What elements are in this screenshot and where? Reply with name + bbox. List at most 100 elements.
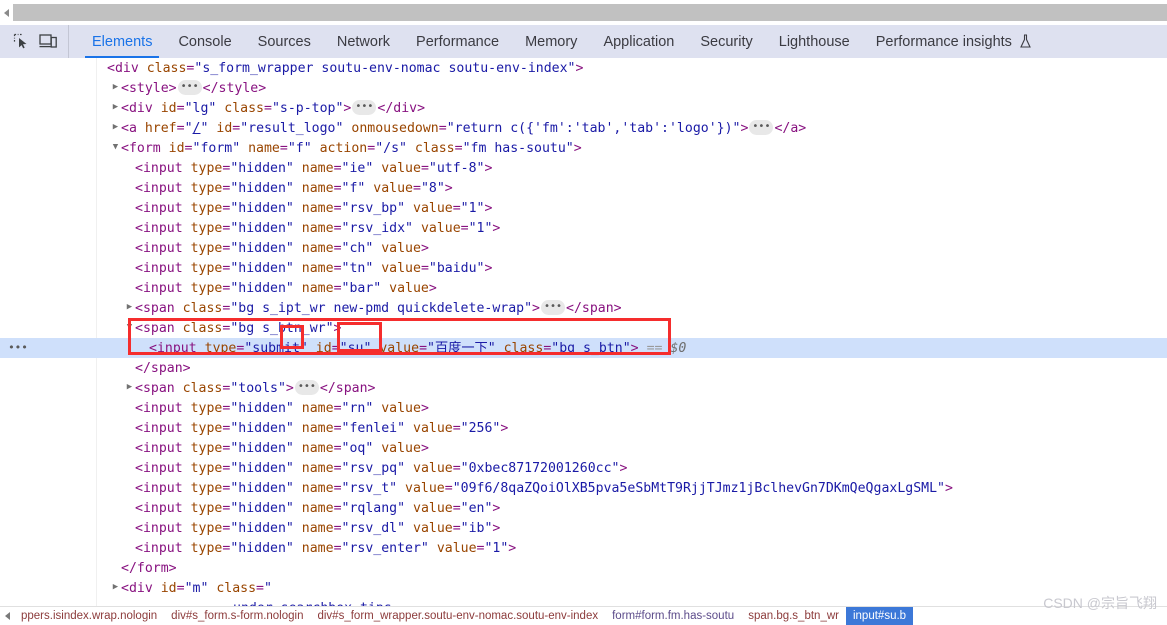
tag-token: <input xyxy=(135,241,183,256)
dom-row[interactable]: ▶ <a href="/" id="result_logo" onmousedow… xyxy=(0,118,1167,138)
dom-row[interactable]: <input type="hidden" name="tn" value="ba… xyxy=(0,258,1167,278)
breadcrumb-item[interactable]: form#form.fm.has-soutu xyxy=(605,607,741,625)
tag-token: </div> xyxy=(377,101,426,116)
attribute-value: "bg s_btn" xyxy=(551,341,631,356)
attribute-value: "hidden" xyxy=(230,281,294,296)
dom-row[interactable]: ▶ <span class="bg s_ipt_wr new-pmd quickd… xyxy=(0,298,1167,318)
twisty-collapsed-icon[interactable]: ▶ xyxy=(110,117,121,137)
tag-token: > xyxy=(492,501,501,516)
expand-ellipsis-icon[interactable]: ••• xyxy=(294,379,319,395)
attribute-name: onmousedown xyxy=(351,121,439,136)
expand-ellipsis-icon[interactable]: ••• xyxy=(749,119,774,135)
tab-console[interactable]: Console xyxy=(165,25,244,58)
dom-row[interactable]: <input type="hidden" name="ch" value> xyxy=(0,238,1167,258)
attribute-name: value xyxy=(413,421,453,436)
dom-row[interactable]: </form> xyxy=(0,558,1167,578)
dom-row[interactable]: ▶ <span class="tools"> ••• </span> xyxy=(0,378,1167,398)
tab-lighthouse[interactable]: Lighthouse xyxy=(766,25,863,58)
dom-row[interactable]: <input type="hidden" name="bar" value> xyxy=(0,278,1167,298)
dom-row[interactable]: <input type="hidden" name="rsv_enter" va… xyxy=(0,538,1167,558)
attribute-value: "ch" xyxy=(341,241,374,256)
tag-token: > xyxy=(573,141,582,156)
twisty-collapsed-icon[interactable]: ▶ xyxy=(124,377,135,397)
breadcrumb-item[interactable]: div#s_form_wrapper.soutu-env-nomac.soutu… xyxy=(310,607,605,625)
twisty-placeholder-icon xyxy=(124,357,135,377)
tab-elements[interactable]: Elements xyxy=(79,25,165,58)
breadcrumb-item[interactable]: span.bg.s_btn_wr xyxy=(741,607,846,625)
twisty-collapsed-icon[interactable]: ▶ xyxy=(110,77,121,97)
attribute-name: name xyxy=(301,521,334,536)
attribute-value: "baidu" xyxy=(428,261,485,276)
tab-performance[interactable]: Performance xyxy=(403,25,512,58)
tag-token: <input xyxy=(135,461,183,476)
attribute-value: "0xbec87172001260cc" xyxy=(460,461,620,476)
tab-security[interactable]: Security xyxy=(687,25,765,58)
scrollbar-thumb[interactable] xyxy=(13,4,1167,21)
tag-token: > xyxy=(492,221,501,236)
scrollbar-left-arrow-icon[interactable] xyxy=(0,4,13,21)
horizontal-scrollbar[interactable] xyxy=(0,0,1167,26)
dom-row[interactable]: ▼ <form id="form" name="f" action="/s" cl… xyxy=(0,138,1167,158)
dom-row[interactable]: <input type="hidden" name="f" value="8"> xyxy=(0,178,1167,198)
dom-row[interactable]: <input type="hidden" name="rsv_idx" valu… xyxy=(0,218,1167,238)
twisty-collapsed-icon[interactable]: ▶ xyxy=(110,577,121,597)
expand-ellipsis-icon[interactable]: ••• xyxy=(352,99,377,115)
dom-row-content: ▶ <div id="m" class=" xyxy=(96,581,272,596)
tag-token: <span xyxy=(135,321,175,336)
dom-row-selected[interactable]: <input type="submit" id="su" value="百度一下… xyxy=(0,338,1167,358)
inspect-element-icon[interactable] xyxy=(8,29,35,55)
dom-row[interactable]: <input type="hidden" name="rn" value> xyxy=(0,398,1167,418)
dom-row[interactable]: ▼ <span class="bg s_btn_wr"> xyxy=(0,318,1167,338)
dom-token: = xyxy=(333,421,342,436)
breadcrumb[interactable]: ppers.isindex.wrap.nologin div#s_form.s-f… xyxy=(0,606,1167,625)
experiment-flask-icon xyxy=(1019,34,1032,49)
tag-token: <input xyxy=(135,521,183,536)
device-toolbar-icon[interactable] xyxy=(35,29,62,55)
expand-ellipsis-icon[interactable]: ••• xyxy=(177,79,202,95)
expand-ellipsis-icon[interactable]: ••• xyxy=(540,299,566,315)
dom-row[interactable]: ▶ <style> ••• </style> xyxy=(0,78,1167,98)
dom-row[interactable]: <input type="hidden" name="rsv_t" value=… xyxy=(0,478,1167,498)
attribute-name: class xyxy=(182,381,223,396)
tab-application[interactable]: Application xyxy=(590,25,687,58)
dom-row[interactable]: <input type="hidden" name="ie" value="ut… xyxy=(0,158,1167,178)
breadcrumb-item[interactable]: div#s_form.s-form.nologin xyxy=(164,607,310,625)
attribute-value: "hidden" xyxy=(230,421,294,436)
tag-token: > xyxy=(484,161,493,176)
twisty-expanded-icon[interactable]: ▼ xyxy=(110,137,121,157)
dom-row[interactable]: <input type="hidden" name="oq" value> xyxy=(0,438,1167,458)
tab-network[interactable]: Network xyxy=(324,25,403,58)
attribute-name: type xyxy=(190,501,223,516)
attribute-value-link[interactable]: "/" xyxy=(185,121,209,136)
dom-row[interactable]: <input type="hidden" name="rsv_dl" value… xyxy=(0,518,1167,538)
dom-row[interactable]: <div class="s_form_wrapper soutu-env-nom… xyxy=(0,58,1167,78)
dom-row[interactable]: <input type="hidden" name="rqlang" value… xyxy=(0,498,1167,518)
elements-dom-tree[interactable]: <div class="s_form_wrapper soutu-env-nom… xyxy=(0,58,1167,607)
dom-row[interactable]: <input type="hidden" name="fenlei" value… xyxy=(0,418,1167,438)
tab-performance-insights[interactable]: Performance insights xyxy=(863,25,1045,58)
breadcrumb-left-arrow-icon[interactable] xyxy=(0,612,14,620)
dom-token: = xyxy=(333,521,342,536)
attribute-name: type xyxy=(190,481,223,496)
attribute-value: "rsv_pq" xyxy=(341,461,406,476)
tab-sources[interactable]: Sources xyxy=(245,25,324,58)
twisty-collapsed-icon[interactable]: ▶ xyxy=(124,297,135,317)
dom-row[interactable]: <input type="hidden" name="rsv_bp" value… xyxy=(0,198,1167,218)
tab-memory[interactable]: Memory xyxy=(512,25,590,58)
twisty-expanded-icon[interactable]: ▼ xyxy=(124,317,135,337)
dom-token: = xyxy=(454,141,463,156)
attribute-value: "fenlei" xyxy=(341,421,406,436)
breadcrumb-item[interactable]: input#su.b xyxy=(845,607,914,625)
twisty-placeholder-icon xyxy=(124,217,135,237)
attribute-name: type xyxy=(190,161,223,176)
dom-row-content: <input type="hidden" name="bar" value> xyxy=(96,281,437,296)
attribute-value: "hidden" xyxy=(230,401,294,416)
dom-row[interactable]: </span> xyxy=(0,358,1167,378)
dom-row[interactable]: ▶ <div id="m" class=" xyxy=(0,578,1167,598)
twisty-collapsed-icon[interactable]: ▶ xyxy=(110,97,121,117)
dom-row[interactable]: <input type="hidden" name="rsv_pq" value… xyxy=(0,458,1167,478)
dom-row[interactable]: ▶ <div id="lg" class="s-p-top"> ••• </div> xyxy=(0,98,1167,118)
breadcrumb-item[interactable]: ppers.isindex.wrap.nologin xyxy=(14,607,164,625)
dom-token: = xyxy=(419,341,428,356)
equals-token: == xyxy=(646,341,663,356)
